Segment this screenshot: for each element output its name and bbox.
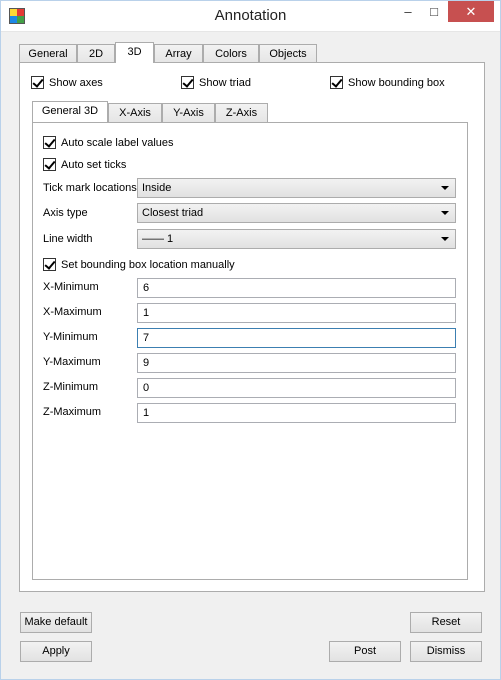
x-maximum-label: X-Maximum bbox=[43, 306, 102, 318]
show-triad-label: Show triad bbox=[199, 76, 251, 89]
bbox-manual-label: Set bounding box location manually bbox=[61, 258, 235, 271]
checkbox-box[interactable] bbox=[43, 136, 56, 149]
tab-x-axis[interactable]: X-Axis bbox=[108, 103, 162, 122]
tab-general-3d[interactable]: General 3D bbox=[32, 101, 108, 122]
line-width-value: —— 1 bbox=[142, 233, 174, 245]
close-button[interactable]: ✕ bbox=[448, 1, 494, 22]
minimize-button[interactable]: – bbox=[395, 1, 421, 22]
y-maximum-label: Y-Maximum bbox=[43, 356, 101, 368]
z-minimum-label: Z-Minimum bbox=[43, 381, 98, 393]
maximize-button[interactable]: □ bbox=[421, 1, 447, 22]
y-minimum-label: Y-Minimum bbox=[43, 331, 98, 343]
checkbox-box[interactable] bbox=[31, 76, 44, 89]
bbox-manual-checkbox[interactable]: Set bounding box location manually bbox=[43, 258, 235, 271]
axis-type-value: Closest triad bbox=[142, 207, 204, 219]
tick-mark-label: Tick mark locations bbox=[43, 182, 137, 194]
auto-scale-label: Auto scale label values bbox=[61, 136, 174, 149]
show-axes-checkbox[interactable]: Show axes bbox=[31, 76, 103, 89]
z-minimum-field[interactable]: 0 bbox=[137, 378, 456, 398]
tab-array[interactable]: Array bbox=[154, 44, 203, 63]
y-maximum-field[interactable]: 9 bbox=[137, 353, 456, 373]
auto-ticks-label: Auto set ticks bbox=[61, 158, 127, 171]
tab-2d[interactable]: 2D bbox=[77, 44, 115, 63]
x-maximum-field[interactable]: 1 bbox=[137, 303, 456, 323]
y-minimum-field[interactable]: 7 bbox=[137, 328, 456, 348]
line-width-select[interactable]: —— 1 bbox=[137, 229, 456, 249]
show-axes-label: Show axes bbox=[49, 76, 103, 89]
checkbox-box[interactable] bbox=[43, 258, 56, 271]
x-minimum-field[interactable]: 6 bbox=[137, 278, 456, 298]
apply-button[interactable]: Apply bbox=[20, 641, 92, 662]
show-triad-checkbox[interactable]: Show triad bbox=[181, 76, 251, 89]
axis-type-select[interactable]: Closest triad bbox=[137, 203, 456, 223]
tab-general[interactable]: General bbox=[19, 44, 77, 63]
chevron-down-icon bbox=[441, 186, 449, 190]
tab-colors[interactable]: Colors bbox=[203, 44, 259, 63]
title-bar: Annotation – □ ✕ bbox=[1, 1, 500, 32]
tab-panel-3d: Show axes Show triad Show bounding box G… bbox=[19, 62, 485, 592]
tab-y-axis[interactable]: Y-Axis bbox=[162, 103, 215, 122]
checkbox-box[interactable] bbox=[181, 76, 194, 89]
tick-mark-select[interactable]: Inside bbox=[137, 178, 456, 198]
tab-z-axis[interactable]: Z-Axis bbox=[215, 103, 268, 122]
auto-ticks-checkbox[interactable]: Auto set ticks bbox=[43, 158, 126, 171]
chevron-down-icon bbox=[441, 237, 449, 241]
chevron-down-icon bbox=[441, 211, 449, 215]
post-button[interactable]: Post bbox=[329, 641, 401, 662]
z-maximum-label: Z-Maximum bbox=[43, 406, 102, 418]
show-bounding-box-label: Show bounding box bbox=[348, 76, 445, 89]
checkbox-box[interactable] bbox=[43, 158, 56, 171]
line-width-label: Line width bbox=[43, 233, 93, 245]
auto-scale-checkbox[interactable]: Auto scale label values bbox=[43, 136, 174, 149]
tick-mark-value: Inside bbox=[142, 182, 172, 194]
axis-type-label: Axis type bbox=[43, 207, 88, 219]
x-minimum-label: X-Minimum bbox=[43, 281, 99, 293]
general-3d-panel: SOFTPEDIA Auto scale label values Auto s… bbox=[32, 122, 468, 580]
make-default-button[interactable]: Make default bbox=[20, 612, 92, 633]
checkbox-box[interactable] bbox=[330, 76, 343, 89]
tab-3d[interactable]: 3D bbox=[115, 42, 154, 63]
z-maximum-field[interactable]: 1 bbox=[137, 403, 456, 423]
reset-button[interactable]: Reset bbox=[410, 612, 482, 633]
annotation-window: Annotation – □ ✕ General 2D 3D Array Col… bbox=[0, 0, 501, 680]
dismiss-button[interactable]: Dismiss bbox=[410, 641, 482, 662]
tab-objects[interactable]: Objects bbox=[259, 44, 317, 63]
show-bounding-box-checkbox[interactable]: Show bounding box bbox=[330, 76, 445, 89]
